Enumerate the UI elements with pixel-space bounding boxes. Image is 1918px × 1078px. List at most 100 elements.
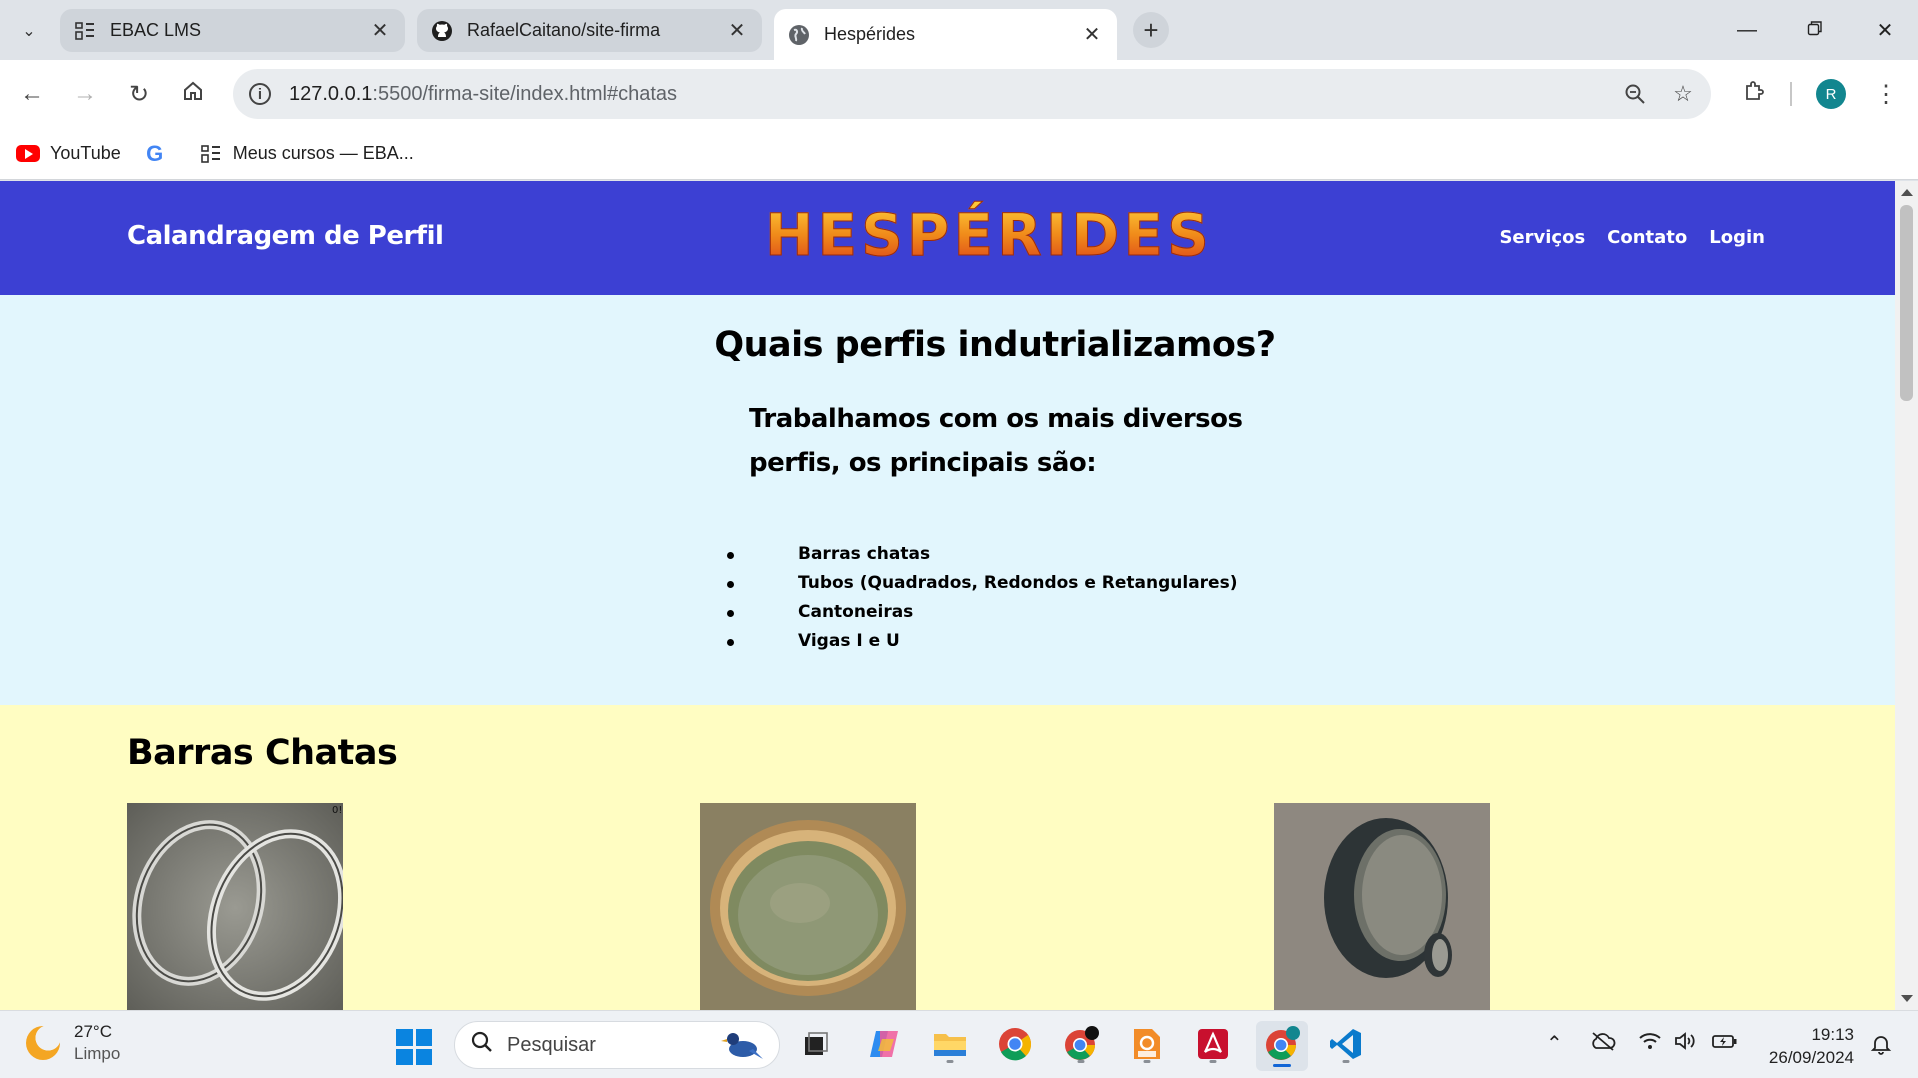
restore-button[interactable]	[1790, 12, 1840, 48]
scroll-thumb[interactable]	[1900, 205, 1913, 401]
reload-button[interactable]: ↻	[119, 74, 159, 114]
tab-ebac-lms[interactable]: EBAC LMS ✕	[60, 9, 405, 52]
globe-icon	[788, 24, 810, 46]
running-indicator	[1209, 1060, 1217, 1063]
back-button[interactable]: ←	[12, 74, 52, 114]
arrow-right-icon: →	[73, 80, 97, 107]
list-item: Cantoneiras	[727, 598, 1237, 627]
taskbar-clock[interactable]: 19:13 26/09/2024	[1760, 1023, 1854, 1069]
extensions-button[interactable]	[1734, 74, 1774, 114]
taskbar-pdf-app[interactable]	[1126, 1025, 1168, 1067]
running-indicator	[1077, 1060, 1085, 1063]
tab-strip: ⌄ EBAC LMS ✕ RafaelCaitano/site-firma ✕ …	[0, 0, 1918, 60]
browser-menu-button[interactable]: ⋮	[1868, 74, 1904, 114]
onedrive-icon[interactable]	[1590, 1031, 1616, 1057]
weather-widget[interactable]: 27°C Limpo	[26, 1021, 120, 1065]
bookmark-label: YouTube	[50, 143, 121, 163]
tray-chevron-up-icon[interactable]: ⌃	[1546, 1031, 1563, 1056]
tab-search-button[interactable]: ⌄	[12, 14, 46, 48]
list-item: Barras chatas	[727, 540, 1237, 569]
tab-github[interactable]: RafaelCaitano/site-firma ✕	[417, 9, 762, 52]
tab-hesperides[interactable]: Hespérides ✕	[774, 9, 1117, 60]
zoom-icon[interactable]	[1615, 74, 1655, 114]
close-window-button[interactable]: ✕	[1860, 12, 1910, 48]
weather-condition: Limpo	[74, 1044, 121, 1063]
url-path: :5500/firma-site/index.html#chatas	[372, 82, 678, 105]
home-icon	[182, 80, 204, 109]
taskbar-copilot[interactable]	[863, 1025, 905, 1067]
puzzle-icon	[1743, 80, 1765, 108]
home-button[interactable]	[173, 74, 213, 114]
running-indicator	[1342, 1060, 1350, 1063]
taskbar-chrome[interactable]	[994, 1025, 1036, 1067]
address-bar[interactable]: i 127.0.0.1:5500/firma-site/index.html#c…	[233, 69, 1711, 119]
taskbar-task-view[interactable]	[795, 1025, 837, 1067]
copilot-icon	[868, 1029, 900, 1064]
weather-temperature: 27°C	[74, 1022, 112, 1041]
close-icon[interactable]: ✕	[369, 18, 391, 43]
minimize-button[interactable]: —	[1722, 12, 1772, 48]
active-indicator	[1273, 1064, 1291, 1067]
bookmark-star-icon[interactable]: ☆	[1663, 74, 1703, 114]
search-icon	[471, 1031, 493, 1059]
taskbar-chrome-active[interactable]	[1256, 1021, 1308, 1071]
barras-heading: Barras Chatas	[127, 733, 398, 773]
page-scrollbar[interactable]	[1895, 181, 1918, 1010]
photo-corner-label: 0!	[332, 805, 342, 816]
perfis-list: Barras chatas Tubos (Quadrados, Redondos…	[727, 540, 1237, 656]
taskbar-vscode[interactable]	[1325, 1025, 1367, 1067]
ebac-icon	[199, 143, 223, 165]
close-icon[interactable]: ✕	[1081, 22, 1103, 47]
url-text[interactable]: 127.0.0.1:5500/firma-site/index.html#cha…	[289, 83, 1615, 106]
new-tab-button[interactable]: +	[1133, 12, 1169, 48]
chevron-down-icon: ⌄	[22, 23, 36, 40]
list-item: Vigas I e U	[727, 627, 1237, 656]
scroll-down-arrow-icon[interactable]	[1901, 995, 1913, 1002]
scroll-up-arrow-icon[interactable]	[1901, 189, 1913, 196]
arrow-left-icon: ←	[20, 80, 44, 107]
search-highlight-icon	[719, 1029, 765, 1061]
site-logo: HESPÉRIDES	[765, 201, 1213, 270]
bookmark-google[interactable]: G	[143, 140, 177, 166]
site-brand[interactable]: Calandragem de Perfil	[127, 221, 444, 251]
forward-button[interactable]: →	[65, 74, 105, 114]
running-indicator	[946, 1060, 954, 1063]
bookmark-label: Meus cursos — EBA...	[232, 143, 414, 163]
taskbar-search[interactable]: Pesquisar	[454, 1021, 780, 1069]
barras-chatas-section: Barras Chatas 0!	[0, 705, 1895, 1010]
acrobat-icon	[1197, 1028, 1229, 1065]
battery-icon[interactable]	[1712, 1031, 1738, 1057]
clock-time: 19:13	[1811, 1025, 1854, 1044]
perfis-section: Quais perfis indutrializamos? Trabalhamo…	[0, 295, 1895, 705]
photo-dark-band	[1274, 803, 1490, 1010]
profile-avatar[interactable]: R	[1816, 79, 1846, 109]
chrome-icon	[1263, 1025, 1301, 1068]
bookmark-meus-cursos[interactable]: Meus cursos — EBA...	[199, 143, 414, 165]
photo-steel-rings: 0!	[127, 803, 343, 1010]
bookmarks-bar: YouTube G Meus cursos — EBA...	[0, 128, 1918, 180]
tab-title: EBAC LMS	[110, 20, 202, 40]
volume-icon[interactable]	[1674, 1031, 1698, 1057]
google-icon: G	[146, 140, 164, 166]
taskbar-file-explorer[interactable]	[929, 1025, 971, 1067]
perfis-heading: Quais perfis indutrializamos?	[714, 325, 1276, 365]
close-icon[interactable]: ✕	[726, 18, 748, 43]
photo-bronze-ring	[700, 803, 916, 1010]
nav-link-contato[interactable]: Contato	[1607, 227, 1687, 248]
start-button[interactable]	[396, 1029, 432, 1065]
nav-link-login[interactable]: Login	[1709, 227, 1765, 248]
wifi-icon[interactable]	[1638, 1031, 1662, 1057]
nav-link-servicos[interactable]: Serviços	[1499, 227, 1585, 248]
list-item: Tubos (Quadrados, Redondos e Retangulare…	[727, 569, 1237, 598]
taskbar-acrobat[interactable]	[1192, 1025, 1234, 1067]
clock-date: 26/09/2024	[1768, 1048, 1854, 1067]
site-header: Calandragem de Perfil HESPÉRIDES Serviço…	[0, 181, 1895, 295]
windows-taskbar: 27°C Limpo Pesquisar ⌃ 19:13 26/09/2024	[0, 1010, 1918, 1078]
chrome-icon	[998, 1027, 1032, 1066]
tab-title: Hespérides	[824, 24, 916, 44]
bookmark-youtube[interactable]: YouTube	[16, 143, 121, 165]
site-info-icon[interactable]: i	[249, 83, 271, 105]
moon-icon	[26, 1026, 60, 1060]
notification-bell-icon[interactable]	[1870, 1033, 1892, 1061]
taskbar-chrome-profile-2[interactable]	[1060, 1025, 1102, 1067]
